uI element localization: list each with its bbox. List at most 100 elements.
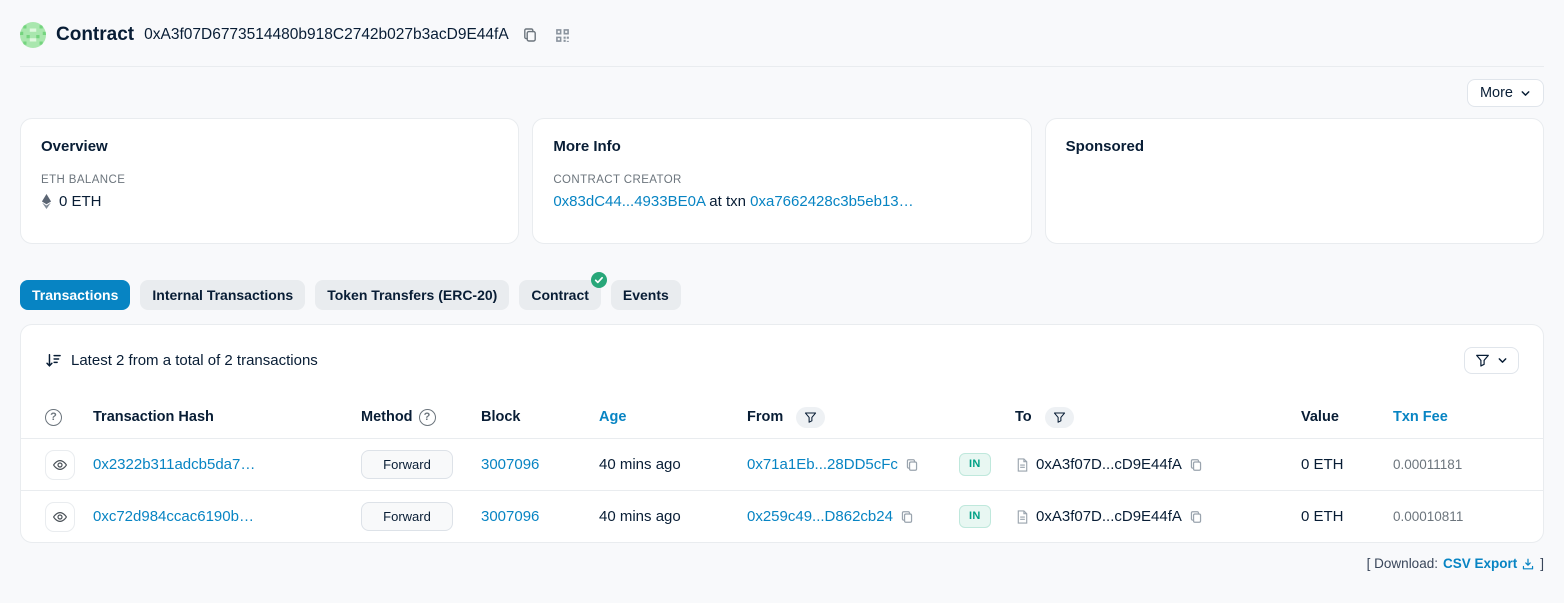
to-address-text: 0xA3f07D...cD9E44fA [1036,456,1182,473]
tab-token-transfers[interactable]: Token Transfers (ERC-20) [315,280,509,310]
header-to: To [1015,407,1301,428]
page-header: Contract 0xA3f07D6773514480b918C2742b027… [20,0,1544,66]
copy-address-button[interactable] [519,24,541,46]
qr-code-button[interactable] [551,24,574,47]
row-preview-cell [45,502,93,532]
chevron-down-icon [1520,88,1531,99]
more-button-label: More [1480,85,1513,101]
value-text: 0 ETH [1301,508,1393,525]
funnel-icon [1053,411,1066,424]
block-link[interactable]: 3007096 [481,508,539,525]
header-help: ? [45,409,93,426]
csv-export-label: CSV Export [1443,556,1517,571]
contract-file-icon [1015,509,1030,525]
from-address-link[interactable]: 0x259c49...D862cb24 [747,508,893,525]
to-filter-button[interactable] [1045,407,1074,428]
page-title: Contract [56,24,134,46]
question-circle-icon: ? [419,409,436,426]
header-block: Block [481,409,599,425]
more-info-title: More Info [553,138,1010,155]
actions-row: More [20,67,1544,118]
tab-contract-label: Contract [531,287,589,303]
block-link[interactable]: 3007096 [481,456,539,473]
header-age-toggle[interactable]: Age [599,409,747,425]
tab-transactions[interactable]: Transactions [20,280,130,310]
sponsored-title: Sponsored [1066,138,1523,155]
eth-balance-row: 0 ETH [41,193,498,210]
header-txn-fee[interactable]: Txn Fee [1393,409,1519,425]
creator-address-link[interactable]: 0x83dC44...4933BE0A [553,193,705,210]
age-text: 40 mins ago [599,508,747,525]
tab-events[interactable]: Events [611,280,681,310]
creation-txn-link[interactable]: 0xa7662428c3b5eb13… [750,193,913,210]
copy-icon [1189,510,1203,524]
copy-to-button[interactable] [1188,509,1204,525]
header-from: From [747,407,959,428]
tx-hash-link[interactable]: 0x2322b311adcb5da7… [93,456,255,473]
contract-creator-row: 0x83dC44...4933BE0A at txn 0xa7662428c3b… [553,193,1010,210]
table-row: 0xc72d984ccac6190b… Forward 3007096 40 m… [21,490,1543,542]
overview-card: Overview ETH BALANCE 0 ETH [20,118,519,244]
row-preview-cell [45,450,93,480]
table-filter-button[interactable] [1464,347,1519,374]
from-address-link[interactable]: 0x71a1Eb...28DD5cFc [747,456,898,473]
header-value: Value [1301,409,1393,425]
tab-internal-transactions[interactable]: Internal Transactions [140,280,305,310]
copy-icon [900,510,914,524]
copy-from-button[interactable] [899,509,915,525]
table-summary-text: Latest 2 from a total of 2 transactions [71,352,318,369]
tx-preview-button[interactable] [45,502,75,532]
eth-balance-value: 0 ETH [59,193,102,210]
eth-balance-label: ETH BALANCE [41,174,498,186]
contract-identicon [20,22,46,48]
header-method-label: Method [361,409,413,425]
ethereum-icon [41,193,52,210]
direction-badge: IN [959,505,991,528]
chevron-down-icon [1497,355,1508,366]
download-prefix-text: [ Download: [1367,556,1438,571]
txn-fee-text: 0.00010811 [1393,509,1519,524]
to-address-text: 0xA3f07D...cD9E44fA [1036,508,1182,525]
summary-cards: Overview ETH BALANCE 0 ETH More Info CON… [20,118,1544,244]
tx-preview-button[interactable] [45,450,75,480]
header-transaction-hash: Transaction Hash [93,409,361,425]
identicon-image [20,22,46,48]
more-info-card: More Info CONTRACT CREATOR 0x83dC44...49… [532,118,1031,244]
table-summary-row: Latest 2 from a total of 2 transactions [21,325,1543,396]
download-suffix-text: ] [1540,556,1544,571]
contract-creator-label: CONTRACT CREATOR [553,174,1010,186]
more-dropdown-button[interactable]: More [1467,79,1544,107]
from-filter-button[interactable] [796,407,825,428]
qr-code-icon [554,27,571,44]
txn-fee-text: 0.00011181 [1393,457,1519,472]
header-method: Method ? [361,409,481,426]
copy-to-button[interactable] [1188,457,1204,473]
csv-export-link[interactable]: CSV Export [1443,556,1535,571]
overview-title: Overview [41,138,498,155]
method-badge[interactable]: Forward [361,450,453,479]
copy-icon [905,458,919,472]
contract-file-icon [1015,457,1030,473]
contract-address: 0xA3f07D6773514480b918C2742b027b3acD9E44… [144,26,509,44]
header-to-label: To [1015,409,1032,425]
transactions-panel: Latest 2 from a total of 2 transactions … [20,324,1544,543]
table-header-row: ? Transaction Hash Method ? Block Age Fr… [21,396,1543,438]
copy-icon [522,27,538,43]
method-badge[interactable]: Forward [361,502,453,531]
table-row: 0x2322b311adcb5da7… Forward 3007096 40 m… [21,438,1543,490]
funnel-icon [1475,353,1490,368]
page: Contract 0xA3f07D6773514480b918C2742b027… [0,0,1564,571]
sort-descending-icon [45,352,62,369]
question-circle-icon: ? [45,409,62,426]
tx-hash-link[interactable]: 0xc72d984ccac6190b… [93,508,254,525]
tab-contract[interactable]: Contract [519,280,601,310]
table-summary: Latest 2 from a total of 2 transactions [45,352,318,369]
copy-icon [1189,458,1203,472]
section-tabs: Transactions Internal Transactions Token… [20,280,1544,310]
funnel-icon [804,411,817,424]
eye-icon [52,509,68,525]
value-text: 0 ETH [1301,456,1393,473]
eye-icon [52,457,68,473]
header-from-label: From [747,409,783,425]
copy-from-button[interactable] [904,457,920,473]
